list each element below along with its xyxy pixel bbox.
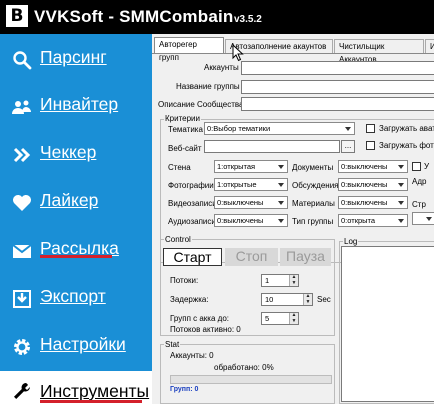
- right-option-checkbox[interactable]: [412, 162, 421, 171]
- load-photo-checkbox[interactable]: [366, 141, 375, 150]
- progress-bar: [170, 375, 332, 384]
- gear-icon: [14, 339, 30, 355]
- accounts-label: Аккаунты: [204, 63, 239, 72]
- sidebar-item-liker[interactable]: Лайкер: [0, 179, 152, 227]
- stat-groups: Групп: 0: [170, 386, 199, 393]
- heart-icon: [13, 195, 31, 211]
- group-type-select[interactable]: 0:открыта: [338, 214, 408, 227]
- delay-value: 10: [265, 295, 274, 304]
- app-version: v3.5.2: [234, 14, 262, 25]
- app-logo: B: [6, 5, 28, 27]
- threads-stepper[interactable]: 1 ▲ ▼: [261, 274, 299, 287]
- tab-group-autoreg[interactable]: Авторегер групп: [154, 37, 224, 62]
- sidebar-item-label: Инвайтер: [40, 94, 119, 114]
- website-input[interactable]: [204, 140, 340, 153]
- envelope-icon: [12, 244, 32, 258]
- groups-per-acc-value: 5: [265, 314, 270, 323]
- pause-button[interactable]: Пауза: [280, 248, 331, 266]
- sidebar-item-label: Инструменты: [40, 381, 150, 401]
- sidebar: Парсинг Инвайтер Чеккер Лайкер Рассылка …: [0, 34, 152, 405]
- community-desc-input[interactable]: [241, 97, 434, 111]
- sidebar-item-label: Чеккер: [40, 142, 97, 162]
- stat-title: Stat: [164, 340, 181, 349]
- audio-label: Аудиозаписи: [168, 217, 216, 226]
- stat-processed: обработано: 0%: [214, 363, 274, 372]
- load-avatar-label: Загружать ават: [379, 124, 434, 133]
- sidebar-item-label: Настройки: [40, 334, 126, 354]
- chevrons-right-icon: [13, 147, 31, 163]
- sidebar-item-parsing[interactable]: Парсинг: [0, 36, 152, 84]
- wrench-icon: [14, 383, 30, 399]
- tab-divider: [152, 53, 434, 54]
- address-label: Адр: [412, 177, 427, 186]
- load-photo-label: Загружать фото: [379, 141, 434, 150]
- browse-button[interactable]: ...: [341, 140, 355, 153]
- log-title: Log: [343, 237, 359, 246]
- search-icon: [13, 51, 32, 70]
- export-icon: [13, 290, 31, 308]
- accounts-input[interactable]: [241, 61, 434, 75]
- log-textarea[interactable]: [341, 246, 434, 402]
- photos-label: Фотографии: [168, 181, 214, 190]
- sidebar-item-checker[interactable]: Чеккер: [0, 131, 152, 179]
- app-title: VVKSoft - SMMCombain: [34, 7, 234, 26]
- stat-accounts: Аккаунты: 0: [170, 351, 214, 360]
- start-button[interactable]: Старт: [163, 248, 222, 266]
- wall-label: Стена: [168, 163, 191, 172]
- right-option-label: У: [424, 162, 430, 171]
- discussions-label: Обсуждения: [292, 181, 339, 190]
- discussions-select[interactable]: 0:выключены: [338, 178, 408, 191]
- active-underline: [40, 400, 142, 403]
- criteria-title: Критерии: [164, 114, 201, 123]
- group-name-label: Название группы: [176, 82, 240, 91]
- add-user-icon: [12, 100, 31, 114]
- active-threads-text: Потоков активно: 0: [170, 325, 241, 334]
- videos-label: Видеозаписи: [168, 199, 217, 208]
- groups-per-acc-stepper[interactable]: 5 ▲ ▼: [261, 312, 299, 325]
- theme-label: Тематика: [168, 125, 203, 134]
- group-name-input[interactable]: [241, 80, 434, 94]
- groups-per-acc-label: Групп с акка до:: [170, 314, 229, 323]
- delay-unit: Sec: [317, 295, 331, 304]
- title-bar: B VVKSoft - SMMCombain v3.5.2: [0, 0, 434, 34]
- stop-button[interactable]: Стоп: [225, 248, 278, 266]
- audio-select[interactable]: 0:выключены: [214, 214, 288, 227]
- active-underline: [40, 255, 112, 258]
- delay-label: Задержка:: [170, 295, 209, 304]
- theme-select[interactable]: 0:Выбор тематики: [204, 122, 355, 135]
- website-label: Веб-сайт: [168, 144, 202, 153]
- sidebar-item-mailing[interactable]: Рассылка: [0, 227, 152, 275]
- materials-label: Материалы: [292, 199, 335, 208]
- sidebar-item-export[interactable]: Экспорт: [0, 275, 152, 323]
- delay-stepper[interactable]: 10 ▲ ▼: [261, 293, 313, 306]
- sidebar-item-label: Лайкер: [40, 190, 99, 210]
- tab-account-cleaner[interactable]: Чистильщик Аккаунтов: [334, 39, 424, 64]
- sidebar-item-settings[interactable]: Настройки: [0, 323, 152, 371]
- load-avatar-checkbox[interactable]: [366, 124, 375, 133]
- tab-more[interactable]: И: [425, 39, 434, 53]
- community-desc-label: Описание Сообщества: [158, 100, 244, 109]
- videos-select[interactable]: 0:выключены: [214, 196, 288, 209]
- stepper-arrows-icon[interactable]: ▲ ▼: [303, 293, 312, 305]
- sidebar-item-label: Парсинг: [40, 47, 107, 67]
- docs-label: Документы: [292, 163, 334, 172]
- wall-select[interactable]: 1:открытая: [214, 160, 288, 173]
- threads-label: Потоки:: [170, 276, 199, 285]
- stepper-arrows-icon[interactable]: ▲ ▼: [289, 274, 298, 286]
- docs-select[interactable]: 0:выключены: [338, 160, 408, 173]
- street-label: Стр: [412, 200, 426, 209]
- control-title: Control: [164, 235, 192, 244]
- sidebar-item-label: Экспорт: [40, 286, 106, 306]
- materials-select[interactable]: 0:выключены: [338, 196, 408, 209]
- sidebar-item-inviter[interactable]: Инвайтер: [0, 83, 152, 131]
- mouse-cursor-icon: [232, 44, 244, 62]
- stepper-arrows-icon[interactable]: ▲ ▼: [289, 312, 298, 324]
- photos-select[interactable]: 1:открытые: [214, 178, 288, 191]
- threads-value: 1: [265, 276, 270, 285]
- street-select[interactable]: [412, 212, 434, 225]
- group-type-label: Тип группы: [292, 217, 334, 226]
- main-panel: Авторегер групп Автозаполнение акаунтов …: [152, 34, 434, 404]
